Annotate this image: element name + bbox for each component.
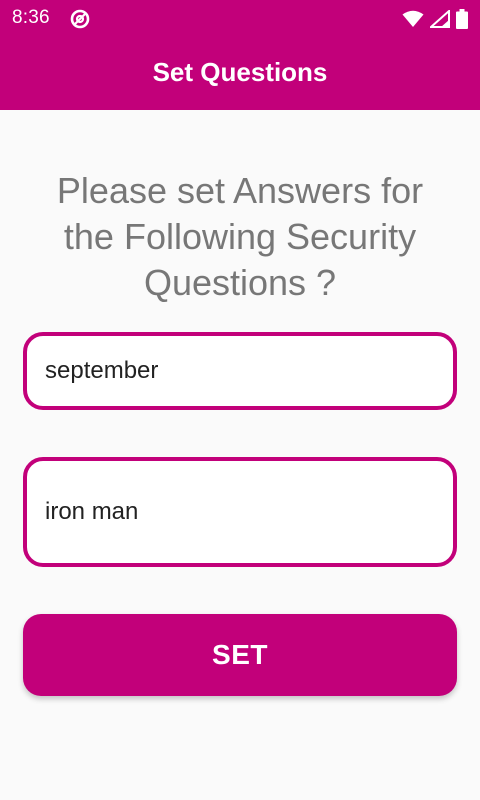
- status-bar: 8:36: [0, 0, 480, 38]
- status-icons: [402, 8, 468, 30]
- at-sign-icon: [70, 9, 90, 29]
- prompt-line-3: Questions ?: [143, 262, 337, 303]
- security-questions-prompt: Please set Answers for the Following Sec…: [20, 168, 460, 306]
- answer-1-field[interactable]: [23, 332, 457, 410]
- answer-2-field[interactable]: [23, 457, 457, 567]
- prompt-line-1: Please set Answers for: [56, 170, 424, 211]
- wifi-icon: [402, 10, 424, 28]
- set-button[interactable]: SET: [23, 614, 457, 696]
- app-bar: Set Questions: [0, 38, 480, 110]
- page-title: Set Questions: [152, 56, 328, 87]
- battery-icon: [456, 9, 468, 29]
- signal-icon: [430, 10, 450, 28]
- answer-2-input[interactable]: [45, 498, 453, 526]
- answer-1-input[interactable]: [45, 357, 453, 385]
- prompt-line-2: the Following Security: [63, 216, 417, 257]
- status-time: 8:36: [12, 7, 50, 28]
